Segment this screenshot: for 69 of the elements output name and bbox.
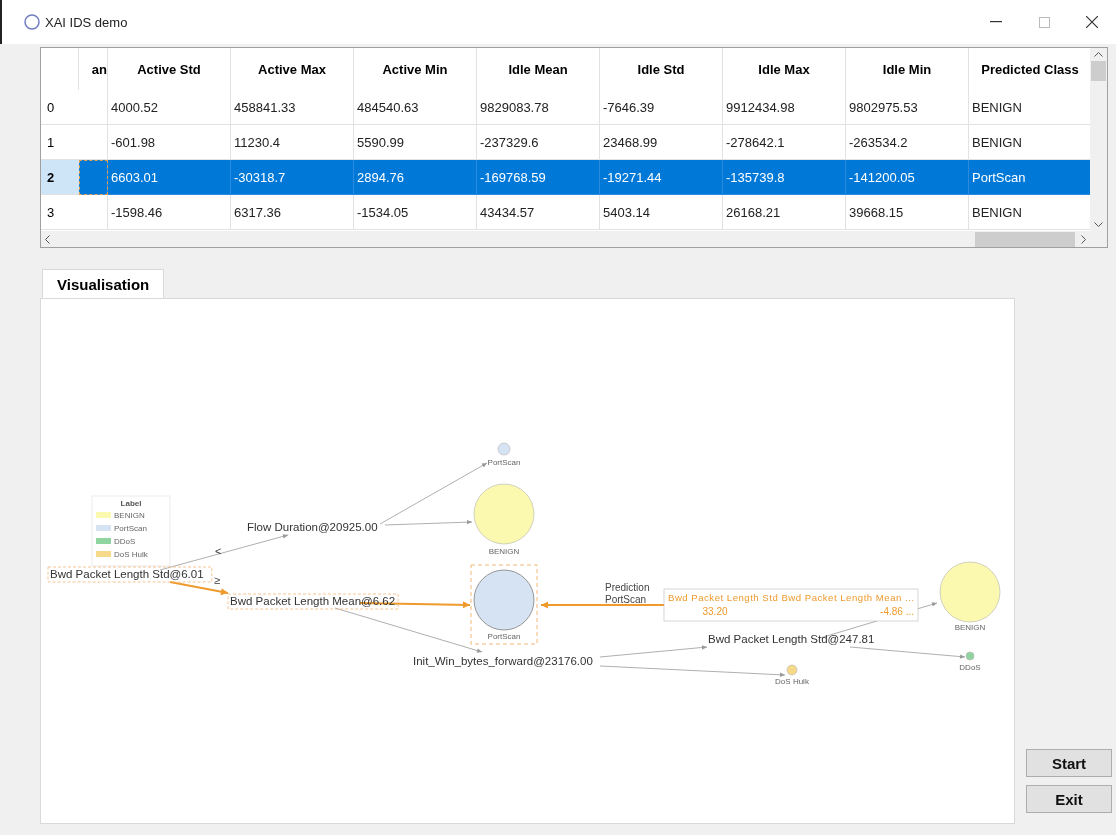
legend-label: PortScan [114,524,147,533]
column-header[interactable]: Idle Min [846,48,969,90]
column-header[interactable]: Active Max [231,48,354,90]
leaf-label: PortScan [487,458,521,467]
scrollbar-thumb[interactable] [975,232,1075,247]
table-cell: -1534.05 [354,195,477,230]
row-header[interactable]: 3 [41,195,79,230]
table-cell: 484540.63 [354,90,477,125]
leaf-label: DoS Hulk [775,677,809,686]
table-cell: 458841.33 [231,90,354,125]
vertical-scrollbar[interactable] [1090,48,1107,231]
start-button[interactable]: Start [1026,749,1112,777]
table-cell: 4000.52 [108,90,231,125]
table-cell: -30318.7 [231,160,354,195]
branch-label: ≥ [214,574,221,586]
table-cell: 6603.01 [108,160,231,195]
table-cell: -19271.44 [600,160,723,195]
table-cell: 6317.36 [231,195,354,230]
column-header[interactable]: Idle Max [723,48,846,90]
table-cell: -135739.8 [723,160,846,195]
minimize-icon[interactable] [990,21,1002,23]
leaf-label: BENIGN [488,547,520,556]
close-icon[interactable] [1086,16,1098,28]
row-header[interactable]: 0 [41,90,79,125]
legend-label: BENIGN [114,511,145,520]
prediction-caption: PortScan [605,594,647,605]
column-header[interactable]: Idle Mean [477,48,600,90]
table-cell: 9829083.78 [477,90,600,125]
column-header[interactable]: Active Min [354,48,477,90]
table-cell: 9802975.53 [846,90,969,125]
branch-label: < [215,545,222,557]
split-label: Bwd Packet Length Std@6.01 [50,568,204,580]
leaf-label: DDoS [959,663,981,672]
scrollbar-thumb[interactable] [1091,61,1106,81]
table-cell: -141200.05 [846,160,969,195]
feature-value: -4.86 ... [880,606,914,617]
table-cell: 39668.15 [846,195,969,230]
table-cell [79,90,108,125]
split-label: Flow Duration@20925.00 [247,521,378,533]
column-header[interactable]: Active Std [108,48,231,90]
app-icon [24,14,40,30]
feature-names: Bwd Packet Length Std Bwd Packet Length Mean ... [668,592,914,603]
leaf-label: BENIGN [954,623,986,632]
split-label: Bwd Packet Length Std@247.81 [708,633,875,645]
window-title: XAI IDS demo [45,14,129,30]
table-cell: 2894.76 [354,160,477,195]
table-cell [79,195,108,230]
table-cell: -169768.59 [477,160,600,195]
split-label: Init_Win_bytes_forward@23176.00 [413,655,593,667]
column-header[interactable]: an [79,48,108,90]
table-cell: PortScan [969,160,1090,195]
legend-label: DDoS [114,537,136,546]
table-cell: -1598.46 [108,195,231,230]
legend-title: Label [120,499,142,508]
horizontal-scrollbar[interactable] [41,231,1090,247]
feature-value: 33.20 [702,606,728,617]
column-header[interactable]: Idle Std [600,48,723,90]
leaf-label: PortScan [487,632,521,641]
split-label: Bwd Packet Length Mean@6.62 [230,595,396,607]
row-header[interactable]: 2 [41,160,79,195]
tab[interactable]: Visualisation [42,269,165,298]
exit-button[interactable]: Exit [1026,785,1112,813]
table-cell: 5403.14 [600,195,723,230]
prediction-caption: Prediction [605,582,650,593]
table-cell: 9912434.98 [723,90,846,125]
table-cell: 26168.21 [723,195,846,230]
legend-label: DoS Hulk [114,550,148,559]
table-cell: 43434.57 [477,195,600,230]
table-cell: -7646.39 [600,90,723,125]
